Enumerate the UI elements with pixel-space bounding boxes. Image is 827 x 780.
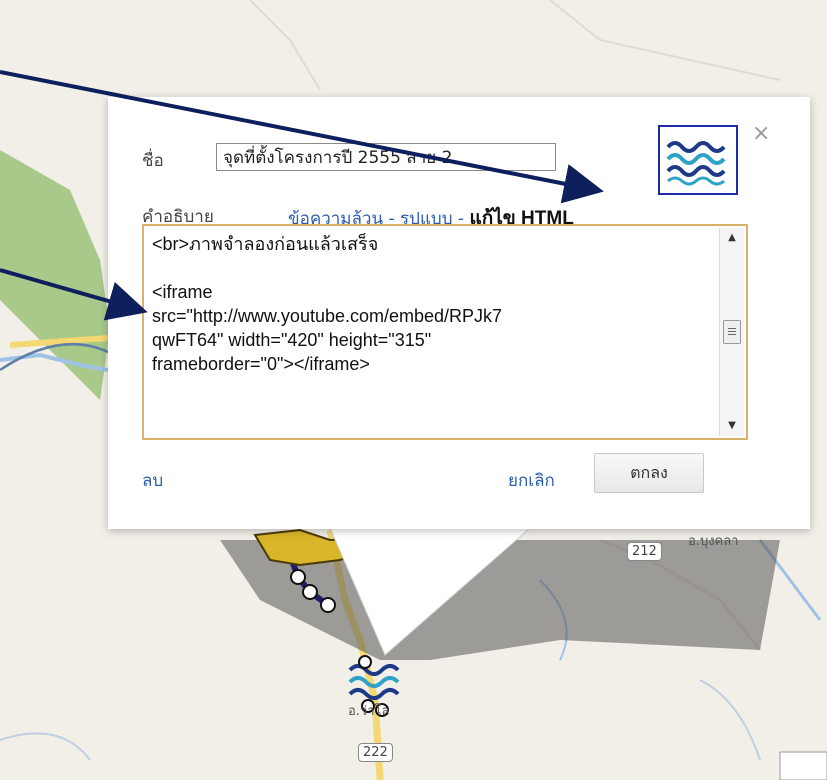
description-scrollbar[interactable]: ▲ ▼ (719, 228, 744, 436)
route-shield-222: 222 (358, 743, 393, 762)
edit-placemark-popup: ชื่อ × คำอธิบาย ข้อความล้วน - รูปแบบ - แ… (108, 97, 810, 529)
map-control[interactable] (779, 751, 827, 780)
name-label: ชื่อ (142, 151, 164, 171)
cancel-link[interactable]: ยกเลิก (508, 467, 555, 494)
water-waves-icon (666, 141, 726, 186)
route-vertex[interactable] (290, 569, 306, 585)
scroll-thumb[interactable] (723, 320, 741, 344)
delete-link[interactable]: ลบ (142, 467, 163, 494)
ok-button[interactable]: ตกลง (594, 453, 704, 493)
description-box: <br>ภาพจำลองก่อนแล้วเสร็จ <iframe src="h… (142, 224, 748, 440)
place-label: อ.บุงคลา (688, 534, 739, 549)
route-vertex[interactable] (302, 584, 318, 600)
close-icon[interactable]: × (752, 121, 770, 146)
scroll-down-icon[interactable]: ▼ (720, 416, 744, 436)
route-shield-212: 212 (627, 542, 662, 561)
route-vertex[interactable] (320, 597, 336, 613)
scroll-up-icon[interactable]: ▲ (720, 228, 744, 248)
marker-icon-selector[interactable] (658, 125, 738, 195)
name-field[interactable] (216, 143, 556, 171)
place-label: อ.ว่าโล (348, 704, 390, 719)
description-textarea[interactable]: <br>ภาพจำลองก่อนแล้วเสร็จ <iframe src="h… (152, 232, 712, 432)
